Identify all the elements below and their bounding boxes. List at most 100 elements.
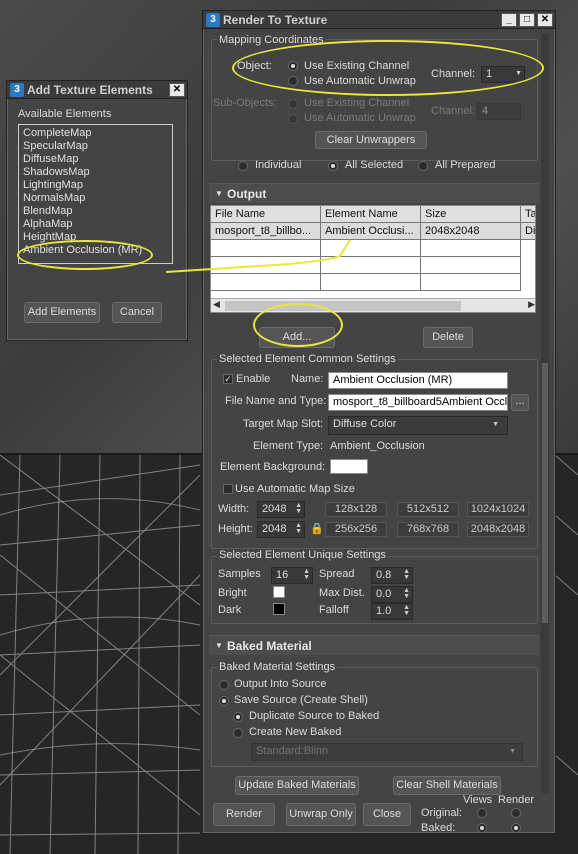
bright-color-swatch[interactable]: [273, 586, 285, 598]
spread-spinner[interactable]: 0.8 ▲ ▼: [371, 567, 413, 584]
individual-radio[interactable]: [238, 161, 248, 171]
preset-2048-button[interactable]: 2048x2048: [467, 522, 529, 537]
spinner-arrows-icon[interactable]: ▲ ▼: [295, 502, 302, 515]
close-icon[interactable]: ✕: [537, 13, 553, 27]
width-label: Width:: [218, 503, 250, 515]
baked-settings-label: Baked Material Settings: [217, 661, 338, 673]
spinner-arrows-icon[interactable]: ▲ ▼: [295, 522, 302, 535]
sub-use-existing-label: Use Existing Channel: [304, 97, 410, 109]
spinner-arrows-icon[interactable]: ▲ ▼: [403, 568, 410, 581]
create-new-baked-radio[interactable]: [233, 728, 243, 738]
auto-map-size-checkbox[interactable]: [223, 484, 233, 494]
preset-256-button[interactable]: 256x256: [325, 522, 387, 537]
element-name-field[interactable]: Ambient Occlusion (MR): [328, 372, 508, 389]
width-spinner[interactable]: 2048 ▲ ▼: [257, 501, 305, 518]
close-button[interactable]: Close: [363, 803, 411, 826]
highlight-mapping-annotation: [232, 40, 544, 96]
available-elements-label: Available Elements: [18, 108, 112, 120]
table-cell-size[interactable]: 2048x2048: [421, 223, 521, 240]
falloff-spinner[interactable]: 1.0 ▲ ▼: [371, 603, 413, 620]
add-texture-titlebar[interactable]: 3 Add Texture Elements ✕: [7, 81, 187, 99]
duplicate-source-radio[interactable]: [233, 712, 243, 722]
highlight-ao-annotation: [17, 240, 153, 270]
maximize-icon[interactable]: □: [519, 13, 535, 27]
element-background-swatch[interactable]: [330, 459, 368, 474]
duplicate-source-label: Duplicate Source to Baked: [249, 710, 380, 722]
output-into-source-label: Output Into Source: [234, 678, 327, 690]
spinner-arrows-icon[interactable]: ▲ ▼: [403, 587, 410, 600]
element-type-label: Element Type:: [253, 440, 324, 452]
falloff-value: 1.0: [376, 605, 392, 617]
available-element-item[interactable]: LightingMap: [23, 179, 172, 192]
max-dist-spinner[interactable]: 0.0 ▲ ▼: [371, 586, 413, 603]
file-name-field[interactable]: mosport_t8_billboard5Ambient Occl: [328, 394, 508, 411]
preset-512-button[interactable]: 512x512: [397, 502, 459, 517]
rtt-scrollbar[interactable]: [541, 33, 549, 793]
lock-icon[interactable]: 🔒: [310, 522, 324, 535]
element-type-value: Ambient_Occlusion: [330, 440, 425, 452]
baked-render-radio[interactable]: [511, 823, 521, 833]
table-horizontal-scrollbar[interactable]: ◀ ▶: [211, 298, 535, 312]
clear-unwrappers-button[interactable]: Clear Unwrappers: [315, 131, 427, 149]
scroll-right-icon[interactable]: ▶: [528, 299, 535, 310]
chevron-down-icon: ▼: [492, 421, 499, 428]
scrollbar-thumb[interactable]: [542, 363, 548, 623]
available-element-item[interactable]: ShadowsMap: [23, 166, 172, 179]
output-section-header[interactable]: ▼ Output: [209, 183, 539, 203]
all-prepared-radio[interactable]: [418, 161, 428, 171]
all-selected-radio[interactable]: [328, 161, 338, 171]
table-cell-target[interactable]: Diff: [521, 223, 535, 240]
sub-use-existing-radio[interactable]: [288, 99, 298, 109]
browse-button[interactable]: ...: [511, 394, 529, 411]
available-element-item[interactable]: BlendMap: [23, 205, 172, 218]
sub-channel-value: 4: [482, 105, 489, 117]
scroll-left-icon[interactable]: ◀: [213, 299, 220, 310]
close-icon[interactable]: ✕: [169, 83, 185, 97]
clear-shell-materials-button[interactable]: Clear Shell Materials: [393, 776, 501, 795]
rtt-titlebar[interactable]: 3 Render To Texture _ □ ✕: [203, 11, 555, 29]
preset-128-button[interactable]: 128x128: [325, 502, 387, 517]
views-column-label: Views: [463, 794, 493, 806]
cancel-button[interactable]: Cancel: [112, 302, 162, 323]
output-section-title: Output: [227, 187, 267, 201]
original-views-radio[interactable]: [477, 808, 487, 818]
render-button[interactable]: Render: [213, 803, 275, 826]
collapse-arrow-icon: ▼: [215, 641, 223, 650]
app-logo-icon: 3: [10, 83, 24, 97]
output-into-source-radio[interactable]: [219, 680, 229, 690]
delete-element-button[interactable]: Delete: [423, 327, 473, 348]
table-header-size[interactable]: Size: [421, 206, 521, 223]
baked-views-radio[interactable]: [477, 823, 487, 833]
available-element-item[interactable]: NormalsMap: [23, 192, 172, 205]
height-spinner[interactable]: 2048 ▲ ▼: [257, 521, 305, 538]
table-empty-cell: [421, 257, 521, 274]
scrollbar-thumb[interactable]: [225, 301, 461, 311]
original-render-radio[interactable]: [511, 808, 521, 818]
enable-checkbox[interactable]: ✓: [223, 374, 233, 384]
sub-use-auto-radio[interactable]: [288, 114, 298, 124]
preset-768-button[interactable]: 768x768: [397, 522, 459, 537]
available-element-item[interactable]: CompleteMap: [23, 127, 172, 140]
save-source-radio[interactable]: [219, 696, 229, 706]
available-element-item[interactable]: SpecularMap: [23, 140, 172, 153]
spinner-arrows-icon[interactable]: ▲ ▼: [303, 568, 310, 581]
update-baked-materials-button[interactable]: Update Baked Materials: [235, 776, 359, 795]
baked-material-section-header[interactable]: ▼ Baked Material: [209, 635, 539, 655]
table-header-file-name[interactable]: File Name: [211, 206, 321, 223]
available-element-item[interactable]: DiffuseMap: [23, 153, 172, 166]
enable-label: Enable: [236, 373, 271, 385]
preset-1024-button[interactable]: 1024x1024: [467, 502, 529, 517]
samples-spinner[interactable]: 16 ▲ ▼: [271, 567, 313, 584]
target-map-slot-dropdown[interactable]: Diffuse Color ▼: [328, 416, 508, 435]
spinner-arrows-icon[interactable]: ▲ ▼: [403, 604, 410, 617]
add-elements-button[interactable]: Add Elements: [24, 302, 100, 323]
all-selected-label: All Selected: [345, 159, 404, 171]
baked-material-title: Baked Material: [227, 639, 312, 653]
table-header-target[interactable]: Ta: [521, 206, 535, 223]
dark-color-swatch[interactable]: [273, 603, 285, 615]
minimize-icon[interactable]: _: [501, 13, 517, 27]
baked-material-dropdown[interactable]: Standard:Blinn ▼: [251, 743, 523, 761]
sub-channel-spinner[interactable]: 4: [477, 103, 521, 120]
table-header-element-name[interactable]: Element Name: [321, 206, 421, 223]
unwrap-only-button[interactable]: Unwrap Only: [286, 803, 356, 826]
